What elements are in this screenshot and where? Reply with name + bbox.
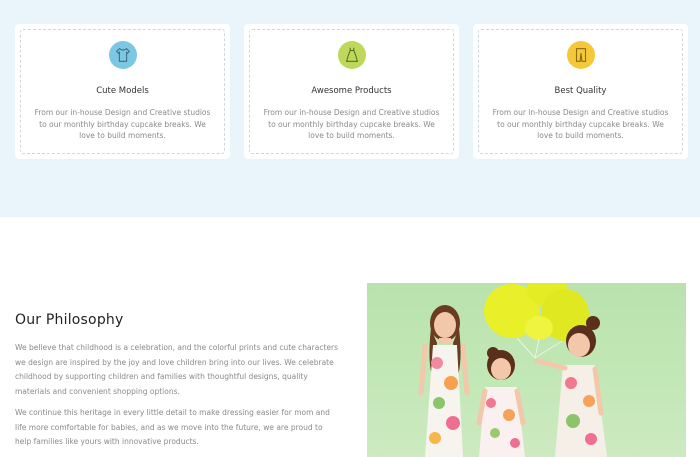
girl-left (418, 305, 470, 457)
feature-card-best-quality: Best Quality From our in-house Design an… (473, 24, 688, 159)
children-photo (367, 283, 686, 457)
shirt-icon (108, 41, 137, 69)
dress-icon (337, 41, 366, 69)
children-illustration (418, 283, 607, 457)
pants-icon (566, 41, 595, 69)
feature-description: From our in-house Design and Creative st… (34, 108, 211, 140)
features-section: Cute Models From our in-house Design and… (0, 0, 700, 217)
feature-description: From our in-house Design and Creative st… (263, 108, 440, 140)
feature-card-cute-models: Cute Models From our in-house Design and… (15, 24, 230, 159)
feature-description: From our in-house Design and Creative st… (492, 108, 669, 140)
feature-title: Awesome Products (311, 86, 392, 96)
girl-middle (476, 347, 526, 457)
philosophy-paragraph-2: We continue this heritage in every littl… (15, 408, 330, 447)
feature-title: Best Quality (554, 86, 607, 96)
philosophy-paragraph-1: We believe that childhood is a celebrati… (15, 343, 338, 397)
feature-card-awesome-products: Awesome Products From our in-house Desig… (244, 24, 459, 159)
philosophy-heading: Our Philosophy (15, 312, 124, 328)
feature-title: Cute Models (96, 86, 149, 96)
